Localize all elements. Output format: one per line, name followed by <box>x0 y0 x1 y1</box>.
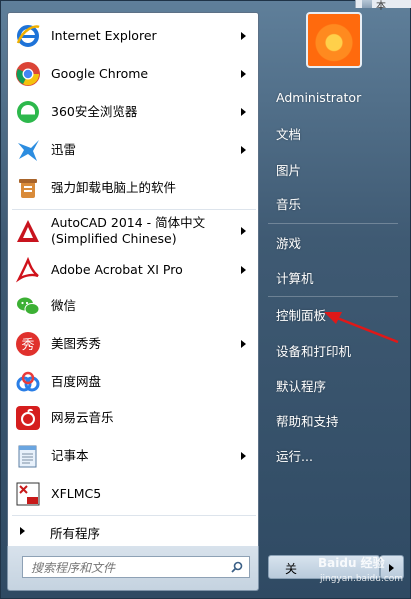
window-icon <box>362 0 372 8</box>
program-item-360-browser[interactable]: 360安全浏览器 <box>8 95 258 129</box>
search-box[interactable] <box>22 556 250 578</box>
menu-item-control-panel[interactable]: 控制面板 <box>276 305 326 324</box>
program-label: 强力卸载电脑上的软件 <box>51 180 177 195</box>
menu-item-help-support[interactable]: 帮助和支持 <box>276 411 339 430</box>
menu-item-computer[interactable]: 计算机 <box>276 268 314 287</box>
baidu-netdisk-icon <box>13 367 43 397</box>
program-label: 微信 <box>51 298 77 313</box>
submenu-arrow-icon[interactable] <box>241 340 246 348</box>
chrome-icon <box>13 59 43 89</box>
submenu-arrow-icon[interactable] <box>241 452 246 460</box>
uninstall-icon <box>13 173 43 203</box>
program-item-internet-explorer[interactable]: Internet Explorer <box>8 19 258 53</box>
program-label: 网易云音乐 <box>51 410 114 425</box>
separator <box>12 515 256 516</box>
menu-item-pictures[interactable]: 图片 <box>276 160 301 179</box>
program-label: Internet Explorer <box>51 28 157 43</box>
program-item-baidu-netdisk[interactable]: 百度网盘 <box>8 365 258 399</box>
program-label: AutoCAD 2014 - 简体中文 (Simplified Chinese) <box>51 215 206 246</box>
programs-panel: Internet Explorer Google Chrome 360安全浏览器… <box>7 12 259 560</box>
program-item-meitu[interactable]: 秀 美图秀秀 <box>8 327 258 361</box>
menu-item-documents[interactable]: 文档 <box>276 124 301 143</box>
program-item-xflmc5[interactable]: XFLMC5 <box>8 477 258 511</box>
submenu-arrow-icon[interactable] <box>241 70 246 78</box>
program-item-notepad[interactable]: 记事本 <box>8 439 258 473</box>
menu-item-default-programs[interactable]: 默认程序 <box>276 376 326 395</box>
menu-item-run[interactable]: 运行... <box>276 446 313 465</box>
separator <box>12 209 256 210</box>
program-label: 美图秀秀 <box>51 336 102 351</box>
submenu-arrow-icon[interactable] <box>241 227 246 235</box>
xflmc5-icon <box>13 479 43 509</box>
background-text: 本 <box>376 1 386 12</box>
acrobat-icon <box>13 255 43 285</box>
notepad-icon <box>13 441 43 471</box>
program-item-netease-music[interactable]: 网易云音乐 <box>8 401 258 435</box>
program-label: Adobe Acrobat XI Pro <box>51 262 183 277</box>
program-label: 百度网盘 <box>51 374 102 389</box>
submenu-arrow-icon[interactable] <box>241 266 246 274</box>
360-browser-icon <box>13 97 43 127</box>
program-label: XFLMC5 <box>51 486 102 501</box>
netease-music-icon <box>13 403 43 433</box>
program-label: 迅雷 <box>51 142 77 157</box>
user-avatar[interactable] <box>306 12 362 68</box>
program-label: Google Chrome <box>51 66 149 81</box>
menu-item-user[interactable]: Administrator <box>276 90 361 105</box>
program-label: 记事本 <box>51 448 89 463</box>
shutdown-label: 关 <box>285 562 298 576</box>
meitu-icon: 秀 <box>13 329 43 359</box>
search-icon[interactable] <box>231 561 243 573</box>
program-item-google-chrome[interactable]: Google Chrome <box>8 57 258 91</box>
program-item-wechat[interactable]: 微信 <box>8 289 258 323</box>
menu-item-games[interactable]: 游戏 <box>276 233 301 252</box>
thunder-icon <box>13 135 43 165</box>
separator <box>268 296 398 297</box>
program-item-acrobat[interactable]: Adobe Acrobat XI Pro <box>8 253 258 287</box>
annotation-arrow-icon <box>324 312 399 344</box>
submenu-arrow-icon[interactable] <box>241 32 246 40</box>
all-programs-label: 所有程序 <box>50 526 101 541</box>
all-programs-button[interactable]: 所有程序 <box>8 519 258 543</box>
baidu-watermark: Baidu 经验 jingyan.baidu.com <box>318 548 404 592</box>
svg-text:秀: 秀 <box>21 338 34 353</box>
search-input[interactable] <box>29 559 223 577</box>
program-item-uninstall[interactable]: 强力卸载电脑上的软件 <box>8 171 258 205</box>
autocad-icon <box>13 216 43 246</box>
ie-icon <box>13 21 43 51</box>
program-item-thunder[interactable]: 迅雷 <box>8 133 258 167</box>
expand-arrow-icon <box>20 527 25 535</box>
submenu-arrow-icon[interactable] <box>241 108 246 116</box>
separator <box>268 223 398 224</box>
wechat-icon <box>13 291 43 321</box>
watermark-main: Baidu 经验 <box>318 556 385 570</box>
program-item-autocad[interactable]: AutoCAD 2014 - 简体中文 (Simplified Chinese) <box>8 211 258 251</box>
program-label: 360安全浏览器 <box>51 104 138 119</box>
menu-item-music[interactable]: 音乐 <box>276 194 301 213</box>
background-window-fragment: 本 <box>355 0 411 12</box>
submenu-arrow-icon[interactable] <box>241 146 246 154</box>
watermark-sub: jingyan.baidu.com <box>320 574 404 584</box>
search-area <box>7 546 259 591</box>
